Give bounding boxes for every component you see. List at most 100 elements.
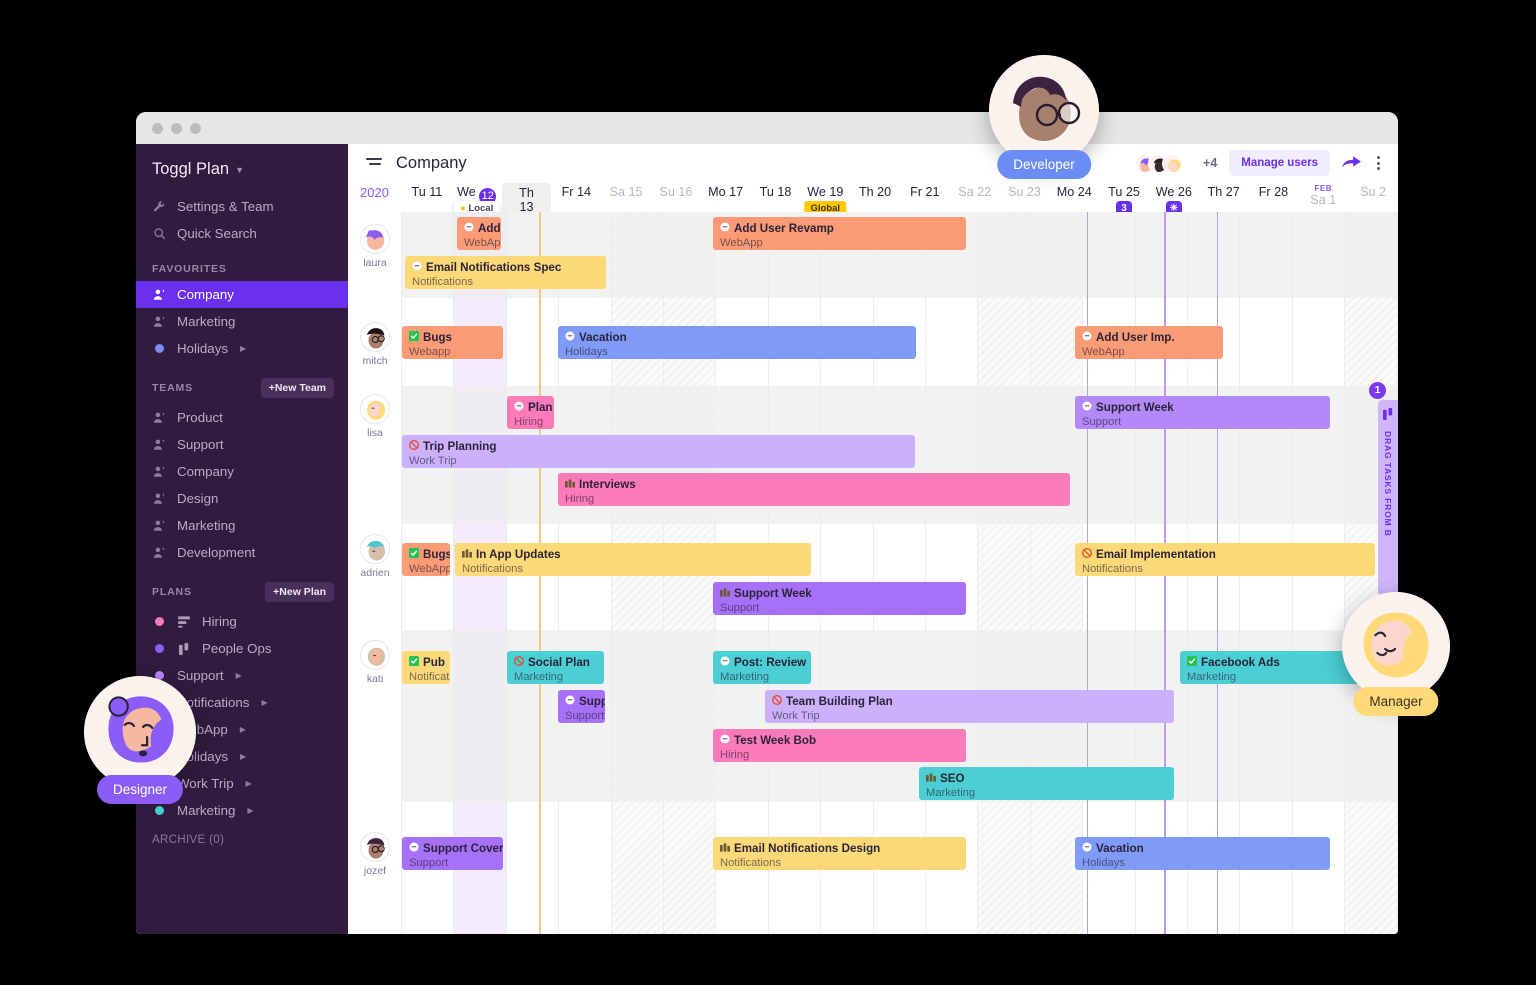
task-title: Post: Review xyxy=(720,656,806,669)
chevron-down-icon[interactable]: ▼ xyxy=(235,165,244,175)
member-avatars[interactable] xyxy=(1134,152,1184,174)
chevron-right-icon[interactable]: ▶ xyxy=(240,344,246,353)
favourites-heading-label: FAVOURITES xyxy=(152,263,227,275)
comment-icon xyxy=(464,222,474,235)
task-bar[interactable]: Post: Review Marketing xyxy=(713,651,811,684)
persona-manager: Manager xyxy=(1342,592,1450,716)
page-title: Company xyxy=(396,153,467,172)
team-icon xyxy=(152,411,167,424)
task-bar[interactable]: Add WebApp xyxy=(457,217,501,250)
chevron-right-icon[interactable]: ▶ xyxy=(261,698,267,707)
new-plan-button[interactable]: +New Plan xyxy=(265,582,334,602)
task-bar[interactable]: Vacation Holidays xyxy=(558,326,916,359)
window-minimize-dot[interactable] xyxy=(171,122,182,134)
person-cell-laura[interactable]: laura xyxy=(348,224,402,269)
task-project: Hiring xyxy=(514,416,544,428)
window-close-dot[interactable] xyxy=(152,122,163,134)
sidebar-archive-label[interactable]: ARCHIVE (0) xyxy=(136,824,348,856)
sidebar-settings-label: Settings & Team xyxy=(177,199,274,214)
team-icon xyxy=(152,465,167,478)
task-bar[interactable]: Email Implementation Notifications xyxy=(1075,543,1375,576)
task-title: Email Notifications Spec xyxy=(412,261,600,274)
kebab-menu-icon[interactable] xyxy=(1373,154,1384,172)
chevron-right-icon[interactable]: ▶ xyxy=(240,752,246,761)
task-bar[interactable]: Add User Imp. WebApp xyxy=(1075,326,1223,359)
sidebar-plan-label: People Ops xyxy=(202,641,272,656)
hamburger-icon[interactable] xyxy=(366,157,384,169)
person-cell-jozef[interactable]: jozef xyxy=(348,832,402,877)
task-bar[interactable]: Social Plan Marketing xyxy=(507,651,604,684)
task-bar[interactable]: Supp Support xyxy=(558,690,605,723)
task-bar[interactable]: Email Notifications Design Notifications xyxy=(713,837,966,870)
manage-users-button[interactable]: Manage users xyxy=(1229,150,1330,176)
sidebar-item-team-product[interactable]: Product xyxy=(136,404,348,431)
app-brand[interactable]: Toggl Plan ▼ xyxy=(136,156,348,193)
sidebar-item-team-marketing[interactable]: Marketing xyxy=(136,512,348,539)
sidebar-item-holidays-fav[interactable]: Holidays ▶ xyxy=(136,335,348,362)
avatar xyxy=(360,534,390,564)
persona-developer-label: Developer xyxy=(997,150,1091,179)
task-bar[interactable]: Support Week Support xyxy=(713,582,966,615)
drag-tasks-panel[interactable]: DRAG TASKS FROM B xyxy=(1378,400,1398,596)
chevron-right-icon[interactable]: ▶ xyxy=(240,725,246,734)
task-bar[interactable]: Bugs Webapp xyxy=(402,326,503,359)
timeline-grid[interactable]: Add WebApp Add User Revamp WebApp Email Noti… xyxy=(402,212,1398,934)
board-icon xyxy=(462,548,472,561)
task-bar[interactable]: Email Notifications Spec Notifications xyxy=(405,256,606,289)
main-panel: Company +4 Manage users 2020 Tu 11 We 12… xyxy=(348,144,1398,934)
person-cell-lisa[interactable]: lisa xyxy=(348,394,402,439)
task-bar[interactable]: Test Week Bob Hiring xyxy=(713,729,966,762)
person-name: laura xyxy=(363,257,387,269)
task-bar[interactable]: Vacation Holidays xyxy=(1075,837,1330,870)
sidebar-team-label: Marketing xyxy=(177,518,236,533)
sidebar-item-quick-search[interactable]: Quick Search xyxy=(136,220,348,247)
task-bar[interactable]: Support Week Support xyxy=(1075,396,1330,429)
task-bar[interactable]: Plan Hiring xyxy=(507,396,554,429)
comment-icon xyxy=(720,222,730,235)
chevron-right-icon[interactable]: ▶ xyxy=(236,671,242,680)
task-title: Plan xyxy=(514,401,552,414)
new-team-button[interactable]: +New Team xyxy=(260,378,334,398)
task-project: WebApp xyxy=(1082,346,1125,358)
task-bar[interactable]: Trip Planning Work Trip xyxy=(402,435,915,468)
task-bar[interactable]: Pub Notifications xyxy=(402,651,450,684)
task-bar[interactable]: In App Updates Notifications xyxy=(455,543,811,576)
sidebar-item-team-support[interactable]: Support xyxy=(136,431,348,458)
day-label: Th 27 xyxy=(1207,185,1240,199)
task-bar[interactable]: Team Building Plan Work Trip xyxy=(765,690,1174,723)
sidebar-item-plan-hiring[interactable]: Hiring xyxy=(136,608,348,635)
share-arrow-icon[interactable] xyxy=(1342,154,1361,172)
sidebar-item-plan-people-ops[interactable]: People Ops xyxy=(136,635,348,662)
board-icon xyxy=(720,587,730,600)
timeline-grid-column-11[interactable] xyxy=(978,212,1031,934)
comment-icon xyxy=(720,656,730,669)
top-toolbar: Company +4 Manage users xyxy=(348,144,1398,182)
window-maximize-dot[interactable] xyxy=(190,122,201,134)
check-icon xyxy=(1187,656,1197,669)
sidebar-item-marketing-fav[interactable]: Marketing xyxy=(136,308,348,335)
task-bar[interactable]: SEO Marketing xyxy=(919,767,1174,800)
chevron-right-icon[interactable]: ▶ xyxy=(247,806,253,815)
timeline-grid-column-8[interactable] xyxy=(821,212,874,934)
task-bar[interactable]: Add User Revamp WebApp xyxy=(713,217,966,250)
task-bar[interactable]: Support Cover Support xyxy=(402,837,503,870)
person-cell-adrien[interactable]: adrien xyxy=(348,534,402,579)
task-bar[interactable]: Bugs WebApp xyxy=(402,543,450,576)
avatar xyxy=(1342,592,1450,700)
sidebar-item-team-development[interactable]: Development xyxy=(136,539,348,566)
sidebar-item-team-design[interactable]: Design xyxy=(136,485,348,512)
timeline-grid-column-9[interactable] xyxy=(874,212,926,934)
sidebar-item-settings-team[interactable]: Settings & Team xyxy=(136,193,348,220)
sidebar-item-team-company[interactable]: Company xyxy=(136,458,348,485)
sidebar-item-company-fav[interactable]: Company xyxy=(136,281,348,308)
person-cell-kati[interactable]: kati xyxy=(348,640,402,685)
block-icon xyxy=(409,440,419,453)
sidebar-team-label: Product xyxy=(177,410,223,425)
timeline-grid-column-10[interactable] xyxy=(926,212,979,934)
timeline-body[interactable]: lauramitchlisaadrienkatijozef AddWebAppA… xyxy=(348,212,1398,934)
task-project: Notifications xyxy=(1082,563,1143,575)
chevron-right-icon[interactable]: ▶ xyxy=(246,779,252,788)
task-bar[interactable]: Interviews Hiring xyxy=(558,473,1070,506)
person-cell-mitch[interactable]: mitch xyxy=(348,322,402,367)
avatar xyxy=(360,394,390,424)
